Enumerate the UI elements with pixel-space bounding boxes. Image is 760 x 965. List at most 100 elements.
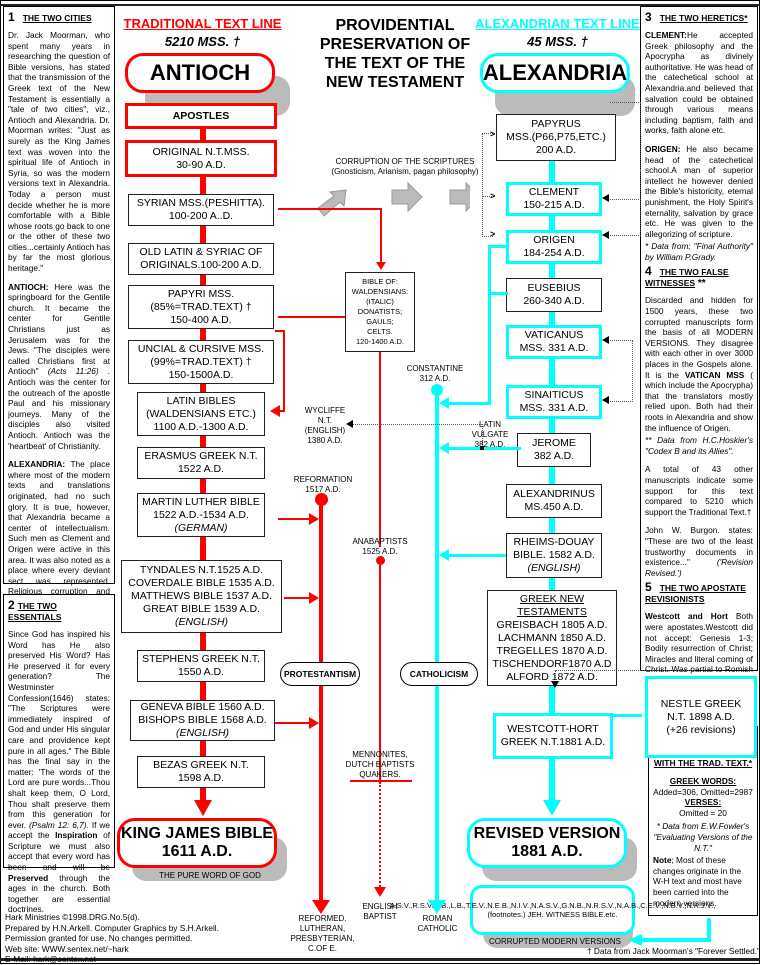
node-line: LATIN BIBLES (166, 394, 236, 407)
modern-caption: CORRUPTED MODERN VERSIONS (488, 937, 621, 946)
node-line: ORIGEN (533, 234, 575, 246)
mennonites-bar (350, 780, 412, 782)
vulgate-line: LATIN (478, 420, 502, 429)
verses-value: Omitted = 20 (679, 807, 727, 818)
essentials-a: Since God has inspired his Word has He a… (8, 629, 110, 830)
bible-of-line: BIBLE OF: (362, 277, 398, 286)
section-5-heading: 5 THE TWO APOSTATE REVISIONISTS (645, 580, 753, 605)
witnesses-a: Discarded and hidden for 1500 years, the… (645, 295, 753, 380)
title-line: THE TEXT OF THE (324, 55, 466, 72)
clement-text: He accepted Greek philosophy and the Apo… (645, 30, 753, 136)
credit-email[interactable]: E-Mail: hark@sentex.net (5, 954, 265, 965)
origen-text: He also became head of the catechetical … (645, 143, 753, 239)
node-language: (ENGLISH) (174, 616, 229, 628)
node-line: 184-254 A.D. (523, 247, 585, 259)
luther-branch (278, 518, 313, 520)
protestant-down-arrow (312, 900, 330, 914)
waldensian-line (379, 352, 381, 547)
bible-of-line: 120-1400 A.D. (356, 337, 404, 346)
protestantism-label: PROTESTANTISM (280, 662, 360, 686)
traditional-node: MARTIN LUTHER BIBLE 1522 A.D.-1534 A.D. (G… (137, 493, 265, 537)
alexandrian-node: VATICANUS MSS. 331 A.D. (506, 325, 602, 359)
wycliffe-label: WYCLIFFE N.T. (ENGLISH) 1380 A.D. (300, 406, 350, 446)
anabaptist-line (379, 560, 381, 780)
clement-label: CLEMENT: (645, 30, 687, 40)
preserved-word: Preserved (8, 872, 49, 883)
node-line: JEROME (532, 437, 576, 449)
english-baptist-line: ENGLISH (362, 902, 398, 911)
node-line: 1100 A.D.-1300 A.D. (153, 420, 249, 433)
traditional-node: TYNDALES N.T.1525 A.D. COVERDALE BIBLE 15… (121, 560, 282, 633)
traditional-down-arrow (194, 800, 212, 816)
kjv-title: KING JAMES BIBLE (120, 825, 273, 842)
node-line: (85%=TRAD.TEXT) † (150, 300, 252, 313)
node-line: (99%=TRAD.TEXT) † (150, 355, 252, 368)
witnesses-dotted (555, 670, 695, 671)
node-line: MS.450 A.D. (524, 501, 584, 513)
section-title: THE TWO HERETICS* (659, 13, 748, 23)
traditional-node: PAPYRI MSS. (85%=TRAD.TEXT) † 150-400 A.D. (128, 285, 274, 329)
node-line: CLEMENT (528, 186, 580, 198)
gray-arrow-icon (317, 189, 347, 217)
bible-of-line: (ITALIC) (366, 297, 394, 306)
node-line: N.T. 1898 A.D. (667, 710, 735, 723)
mennonites-line: MENNONITES, (352, 750, 408, 759)
burgon-quote: John W. Burgon. states: "These are two o… (645, 525, 753, 578)
psalm-ref: (Psalm 12: 6,7). (28, 819, 89, 830)
credit-website[interactable]: Web site: WWW.sentex.net/~hark (5, 944, 265, 955)
section-number: 1 (8, 10, 15, 24)
traditional-node: LATIN BIBLES (WALDENSIANS ETC.) 1100 A.D.-… (137, 392, 265, 436)
catholicism-label: CATHOLICISM (400, 662, 478, 686)
node-line: WESTCOTT-HORT (507, 723, 599, 735)
rv-date: 1881 A.D. (511, 843, 583, 860)
section-1-heading: 1 THE TWO CITIES (8, 10, 110, 24)
bible-of-line: DONATISTS; (357, 307, 403, 316)
vaticanus-dotted-arrow (602, 336, 609, 344)
section-number: 3 (645, 10, 652, 24)
origen-paragraph: ORIGEN: He also became head of the catec… (645, 144, 753, 239)
dotted-arrow-icon: > (490, 229, 496, 239)
anabaptists-label: ANABAPTISTS 1525 A.D. (345, 537, 415, 557)
wycliffe-line: N.T. (317, 416, 333, 425)
alexandrian-node: PAPYRUS MSS.(P66,P75,ETC.) 200 A.D. (496, 114, 616, 161)
oldlatin-branch (278, 316, 345, 318)
witnesses-paragraph: Discarded and hidden for 1500 years, the… (645, 295, 753, 433)
wycliffe-line: 1380 A.D. (307, 436, 343, 445)
english-baptist-dotted (379, 782, 381, 890)
constantine-text: CONSTANTINE (406, 364, 464, 373)
alexandrian-node: ALEXANDRINUS MS.450 A.D. (506, 484, 602, 518)
node-line: STEPHENS GREEK N.T. (142, 653, 260, 665)
bible-of-line: CELTS. (367, 327, 393, 336)
node-line: 200 A.D. (535, 144, 577, 156)
wycliffe-dotted (352, 424, 482, 425)
credits: Hark Ministries ©1998.DRG.No.5(d). Prepa… (5, 912, 265, 965)
node-line: GREEK N.T.1881 A.D. (500, 736, 606, 748)
syrian-branch-v (380, 208, 382, 268)
section-title: THE TWO APOSTATE REVISIONISTS (645, 583, 746, 605)
alexandrian-node: GREEK NEW TESTAMENTS GREISBACH 1805 A.D. LA… (487, 590, 617, 686)
rv-title: REVISED VERSION (473, 825, 621, 842)
node-line: APOSTLES (172, 109, 230, 122)
wycliffe-line: (ENGLISH) (304, 426, 346, 435)
node-line: ORIGINALS.100-200 A.D. (140, 259, 262, 271)
reformation-label: REFORMATION 1517 A.D. (288, 475, 358, 495)
section-two-cities: 1 THE TWO CITIES Dr. Jack Moorman, who sp… (3, 6, 115, 670)
dotted-arrow-icon: > (490, 129, 496, 139)
bible-of-box: BIBLE OF: WALDENSIANS: (ITALIC) DONATIST… (345, 272, 415, 352)
traditional-node: ORIGINAL N.T.MSS. 30-90 A.D. (125, 140, 277, 177)
gray-arrow-icon (391, 181, 423, 213)
mennonites-line: DUTCH BAPTISTS (345, 760, 415, 769)
traditional-node: GENEVA BIBLE 1560 A.D. BISHOPS BIBLE 1568… (130, 700, 275, 741)
node-line: VATICANUS (524, 329, 584, 341)
credit-line: Permission granted for use. No changes p… (5, 933, 193, 944)
node-language: (GERMAN) (174, 521, 228, 534)
node-line: 100-200 A..D. (168, 210, 234, 222)
roman-catholic-label: ROMAN CATHOLIC (415, 914, 460, 934)
alexandrian-node: NESTLE GREEK N.T. 1898 A.D. (+26 revisions… (645, 676, 757, 758)
node-line: UNCIAL & CURSIVE MSS. (137, 342, 265, 355)
modern-arrow (628, 934, 642, 946)
node-line: BEZAS GREEK N.T. (153, 759, 249, 771)
alexandrian-node: ORIGEN 184-254 A.D. (506, 230, 602, 264)
node-line: 1522 A.D.-1534 A.D. (153, 508, 249, 521)
section-title: THE TWO CITIES (22, 13, 92, 23)
